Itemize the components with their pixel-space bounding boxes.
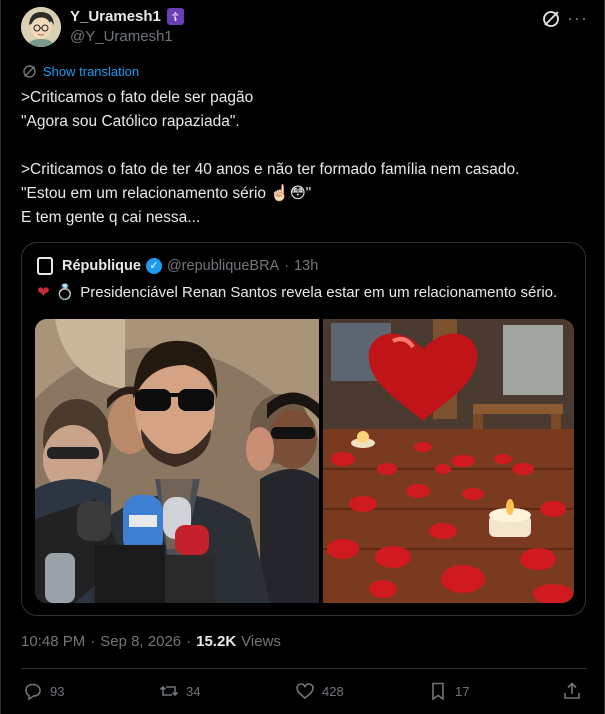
- action-bar: 93 34 428 17: [21, 681, 586, 705]
- ring-emoji-icon: 💍: [55, 284, 75, 301]
- translate-globe-icon: [23, 65, 36, 78]
- author-name-row: Y_Uramesh1 ☦: [70, 8, 184, 25]
- share-icon: [564, 682, 580, 699]
- views-label: Views: [241, 633, 281, 650]
- republique-logo-icon: [37, 257, 53, 275]
- repost-icon: [159, 685, 179, 697]
- orthodox-cross-badge-icon: ☦: [166, 8, 184, 25]
- quoted-photo-press[interactable]: [35, 319, 319, 603]
- show-translation-label: Show translation: [43, 64, 140, 79]
- left-border: [0, 0, 1, 714]
- quoted-tweet-text: Presidenciável Renan Santos revela estar…: [80, 283, 558, 301]
- quoted-tweet-card[interactable]: République ✓ @republiqueBRA · 13h ❤ 💍 Pr…: [21, 242, 586, 616]
- meta-separator: ·: [90, 633, 96, 650]
- verified-badge-icon: ✓: [145, 258, 162, 274]
- bookmark-count: 17: [455, 683, 470, 699]
- quoted-tweet-header: République ✓ @republiqueBRA · 13h: [37, 257, 318, 275]
- reply-count: 93: [50, 683, 65, 699]
- romantic-photo-illustration: [323, 319, 574, 603]
- reply-button[interactable]: 93: [23, 681, 64, 701]
- divider: [21, 668, 586, 669]
- avatar[interactable]: [21, 7, 61, 47]
- like-button[interactable]: 428: [295, 681, 344, 701]
- author-handle[interactable]: @Y_Uramesh1: [70, 28, 173, 45]
- share-button[interactable]: [562, 681, 582, 701]
- quoted-photo-romantic[interactable]: [323, 319, 574, 603]
- more-options-icon[interactable]: ···: [567, 8, 588, 29]
- reply-icon: [25, 683, 41, 701]
- repost-count: 34: [186, 683, 201, 699]
- quoted-author-name[interactable]: République: [62, 258, 141, 274]
- quoted-separator: ·: [284, 258, 290, 274]
- meta-separator: ·: [186, 633, 192, 650]
- views-count: 15.2K: [196, 633, 237, 650]
- heart-emoji-icon: ❤: [37, 284, 50, 301]
- quoted-time[interactable]: 13h: [294, 258, 318, 274]
- press-photo-illustration: [35, 319, 319, 603]
- quoted-tweet-text-row: ❤ 💍 Presidenciável Renan Santos revela e…: [37, 283, 558, 302]
- like-count: 428: [322, 683, 344, 699]
- avatar-icon: [21, 7, 61, 47]
- bookmark-button[interactable]: 17: [428, 681, 469, 701]
- grok-icon[interactable]: [541, 9, 561, 29]
- tweet-detail: Y_Uramesh1 ☦ @Y_Uramesh1 ··· Show transl…: [0, 0, 605, 714]
- tweet-date[interactable]: Sep 8, 2026: [100, 633, 181, 650]
- show-translation-link[interactable]: Show translation: [22, 64, 139, 79]
- author-display-name[interactable]: Y_Uramesh1: [70, 8, 161, 25]
- bookmark-icon: [432, 682, 444, 701]
- repost-button[interactable]: 34: [159, 681, 200, 701]
- tweet-meta: 10:48 PM · Sep 8, 2026 · 15.2K Views: [21, 633, 281, 650]
- tweet-text: >Criticamos o fato dele ser pagão "Agora…: [21, 89, 520, 226]
- quoted-author-handle[interactable]: @republiqueBRA: [167, 258, 279, 274]
- heart-icon: [296, 683, 314, 700]
- tweet-time[interactable]: 10:48 PM: [21, 633, 85, 650]
